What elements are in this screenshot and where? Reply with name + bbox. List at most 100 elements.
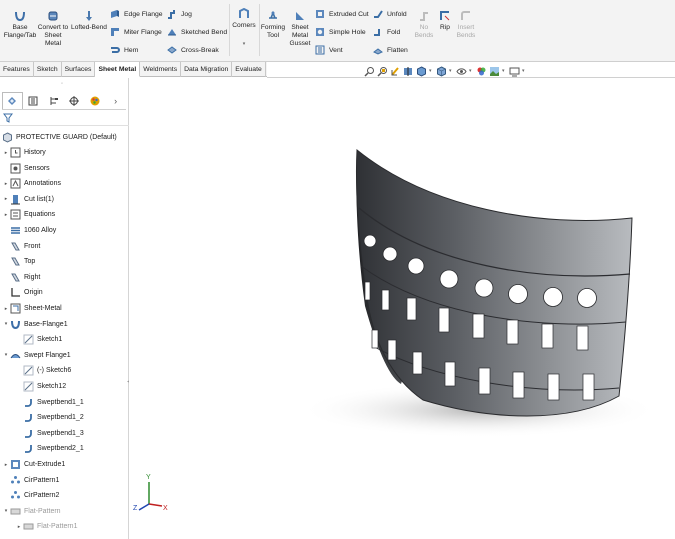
tree-item[interactable]: Sketch12 bbox=[15, 379, 66, 394]
tree-item[interactable]: ▸ Annotations bbox=[2, 176, 61, 191]
expand-arrow-icon[interactable]: ▸ bbox=[2, 462, 10, 468]
tree-item[interactable]: ▾ Flat-Pattern bbox=[2, 504, 61, 519]
tree-item[interactable]: ▸ Flat-Pattern1 bbox=[15, 519, 78, 534]
model-canvas[interactable]: Y X Z bbox=[129, 78, 675, 539]
tree-item[interactable]: Sweptbend2_1 bbox=[15, 441, 84, 456]
tree-item-label: (-) Sketch6 bbox=[37, 367, 72, 375]
vent-label: Vent bbox=[329, 46, 343, 54]
tree-item[interactable]: ▸ Sheet-Metal bbox=[2, 301, 62, 316]
more-tabs-chevron-icon[interactable]: › bbox=[105, 92, 126, 109]
tree-item[interactable]: ▸ Equations bbox=[2, 207, 55, 222]
tree-item[interactable]: ▸ Cut-Extrude1 bbox=[2, 457, 65, 472]
tree-item[interactable]: 1060 Alloy bbox=[2, 223, 56, 238]
expand-arrow-icon[interactable]: ▸ bbox=[15, 524, 23, 530]
tree-item[interactable]: Sketch1 bbox=[15, 332, 62, 347]
filter-icon[interactable] bbox=[3, 113, 13, 123]
view-settings-icon[interactable] bbox=[509, 66, 520, 77]
display-manager-icon bbox=[90, 96, 100, 105]
corners-button[interactable]: Corners ▾ bbox=[230, 8, 258, 48]
jog-button[interactable]: Jog bbox=[167, 7, 192, 21]
collapse-arrow-icon[interactable]: ▾ bbox=[2, 508, 10, 514]
section-view-icon[interactable] bbox=[403, 66, 414, 77]
dropdown-caret-icon[interactable]: ▾ bbox=[449, 68, 454, 74]
dropdown-caret-icon[interactable]: ▾ bbox=[502, 68, 507, 74]
corners-dropdown-icon[interactable]: ▾ bbox=[230, 40, 258, 48]
extruded-cut-button[interactable]: Extruded Cut bbox=[315, 7, 369, 21]
expand-arrow-icon[interactable]: ▸ bbox=[2, 306, 10, 312]
tree-item[interactable]: (-) Sketch6 bbox=[15, 363, 71, 378]
tab-evaluate[interactable]: Evaluate bbox=[232, 62, 266, 77]
hem-button[interactable]: Hem bbox=[110, 43, 138, 57]
insert-bends-button[interactable]: Insert Bends bbox=[454, 10, 478, 40]
expand-arrow-icon[interactable]: ▸ bbox=[2, 196, 10, 202]
heads-up-view-toolbar: ▾ ▾ ▾ ▾ ▾ bbox=[364, 64, 527, 78]
dropdown-caret-icon[interactable]: ▾ bbox=[429, 68, 434, 74]
expand-arrow-icon[interactable]: ▸ bbox=[2, 150, 10, 156]
graphics-area[interactable]: Y X Z bbox=[129, 78, 675, 539]
tree-item[interactable]: ▾ Swept Flange1 bbox=[2, 348, 71, 363]
feature-manager-tab[interactable] bbox=[2, 92, 23, 109]
simple-hole-button[interactable]: Simple Hole bbox=[315, 25, 366, 39]
tree-item[interactable]: ▸ History bbox=[2, 145, 46, 160]
miter-flange-button[interactable]: Miter Flange bbox=[110, 25, 162, 39]
tab-surfaces[interactable]: Surfaces bbox=[62, 62, 96, 77]
tree-item[interactable]: Sweptbend1_3 bbox=[15, 426, 84, 441]
apply-scene-icon[interactable] bbox=[489, 66, 500, 77]
convert-to-sheet-metal-button[interactable]: Convert to Sheet Metal bbox=[36, 10, 70, 48]
bend-icon bbox=[23, 428, 34, 439]
previous-view-icon[interactable] bbox=[390, 66, 401, 77]
expand-arrow-icon[interactable]: ▸ bbox=[2, 181, 10, 187]
tree-item-label: Front bbox=[24, 242, 41, 250]
flatten-button[interactable]: Flatten bbox=[373, 43, 408, 57]
rip-button[interactable]: Rip bbox=[436, 10, 454, 32]
cross-break-button[interactable]: Cross-Break bbox=[167, 43, 219, 57]
panel-grip-icon[interactable]: ◦ bbox=[61, 81, 63, 87]
tree-item[interactable]: ▸ Cut list(1) bbox=[2, 192, 54, 207]
dropdown-caret-icon[interactable]: ▾ bbox=[469, 68, 474, 74]
fold-label: Fold bbox=[387, 28, 401, 36]
tree-item[interactable]: ▾ Base-Flange1 bbox=[2, 317, 68, 332]
unfold-label: Unfold bbox=[387, 10, 407, 18]
tree-item[interactable]: Sweptbend1_1 bbox=[15, 395, 84, 410]
sheet-metal-gusset-button[interactable]: Sheet Metal Gusset bbox=[287, 10, 313, 48]
tab-data-migration[interactable]: Data Migration bbox=[181, 62, 233, 77]
configuration-manager-tab[interactable] bbox=[43, 92, 64, 109]
tree-item[interactable]: Right bbox=[2, 270, 40, 285]
tree-item[interactable]: CirPattern2 bbox=[2, 488, 59, 503]
tab-sheet-metal[interactable]: Sheet Metal bbox=[95, 62, 141, 77]
property-manager-tab[interactable] bbox=[23, 92, 44, 109]
forming-tool-button[interactable]: Forming Tool bbox=[259, 10, 287, 40]
property-manager-icon bbox=[28, 96, 38, 105]
edit-appearance-icon[interactable] bbox=[476, 66, 487, 77]
collapse-arrow-icon[interactable]: ▾ bbox=[2, 321, 10, 327]
dropdown-caret-icon[interactable]: ▾ bbox=[522, 68, 527, 74]
tree-item[interactable]: Sweptbend1_2 bbox=[15, 410, 84, 425]
tree-item[interactable]: Front bbox=[2, 239, 40, 254]
lofted-bend-button[interactable]: Lofted-Bend bbox=[70, 10, 108, 32]
sketched-bend-button[interactable]: Sketched Bend bbox=[167, 25, 227, 39]
view-orientation-icon[interactable] bbox=[416, 65, 427, 77]
expand-arrow-icon[interactable]: ▸ bbox=[2, 212, 10, 218]
no-bends-button[interactable]: No Bends bbox=[412, 10, 436, 40]
tree-item[interactable]: Origin bbox=[2, 285, 43, 300]
zoom-to-fit-icon[interactable] bbox=[364, 66, 375, 77]
tree-item[interactable]: CirPattern1 bbox=[2, 473, 59, 488]
zoom-to-area-icon[interactable] bbox=[377, 66, 388, 77]
display-manager-tab[interactable] bbox=[85, 92, 106, 109]
base-flange-button[interactable]: Base Flange/Tab bbox=[3, 10, 37, 40]
edge-flange-button[interactable]: Edge Flange bbox=[110, 7, 163, 21]
triad-x-label: X bbox=[163, 505, 168, 512]
tab-weldments[interactable]: Weldments bbox=[140, 62, 182, 77]
tab-sketch[interactable]: Sketch bbox=[34, 62, 62, 77]
dimxpert-manager-tab[interactable] bbox=[64, 92, 85, 109]
display-style-icon[interactable] bbox=[436, 65, 447, 77]
fold-button[interactable]: Fold bbox=[373, 25, 400, 39]
hide-show-items-icon[interactable] bbox=[456, 66, 467, 77]
tree-item[interactable]: Sensors bbox=[2, 161, 50, 176]
tab-features[interactable]: Features bbox=[0, 62, 34, 77]
tree-root-part[interactable]: PROTECTIVE GUARD (Default) bbox=[2, 130, 117, 145]
vent-button[interactable]: Vent bbox=[315, 43, 343, 57]
unfold-button[interactable]: Unfold bbox=[373, 7, 407, 21]
tree-item[interactable]: Top bbox=[2, 254, 35, 269]
collapse-arrow-icon[interactable]: ▾ bbox=[2, 352, 10, 358]
